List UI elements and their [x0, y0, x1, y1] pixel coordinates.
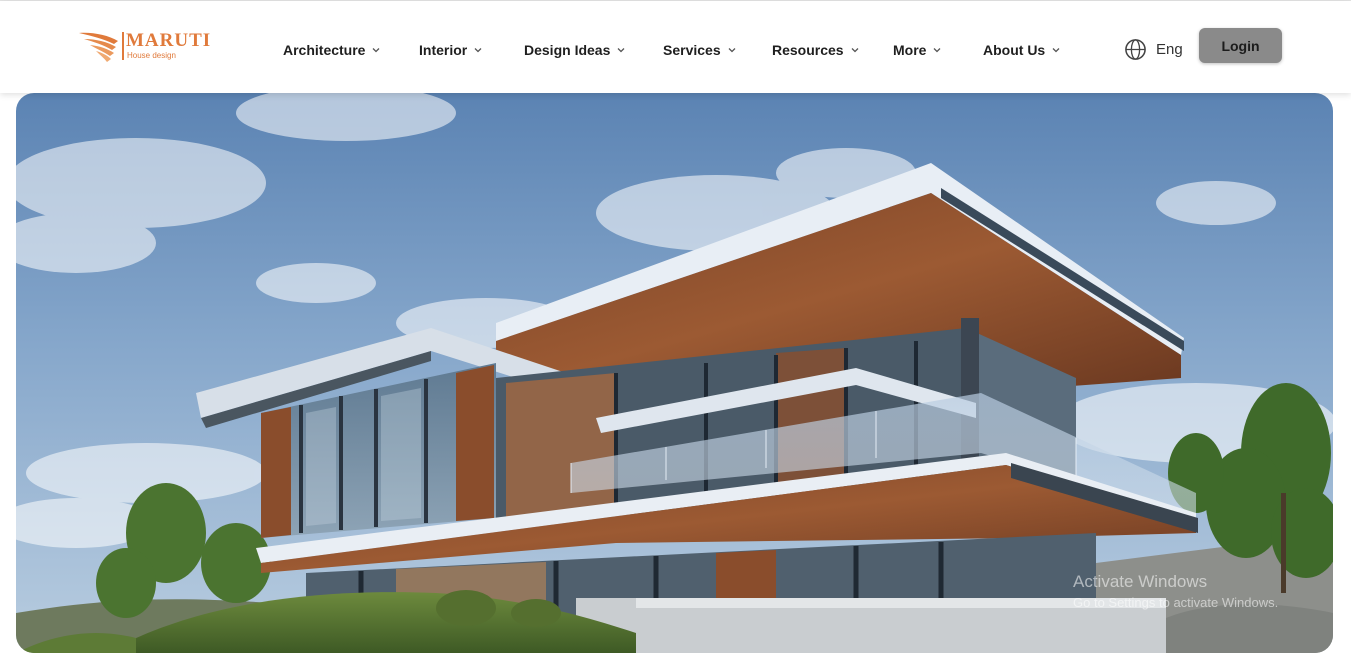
modern-house-illustration — [16, 93, 1333, 653]
wing-logo-icon — [79, 32, 118, 62]
language-label: Eng — [1156, 40, 1183, 58]
nav-design-ideas[interactable]: Design Ideas — [524, 39, 626, 61]
chevron-down-icon — [727, 45, 737, 55]
nav-label: Interior — [419, 42, 468, 58]
chevron-down-icon — [1051, 45, 1061, 55]
nav-architecture[interactable]: Architecture — [283, 39, 381, 61]
login-button[interactable]: Login — [1199, 28, 1282, 63]
hero-image — [16, 93, 1333, 653]
logo-divider — [122, 32, 124, 60]
nav-services[interactable]: Services — [663, 39, 737, 61]
brand-name: MARUTI — [126, 30, 212, 51]
nav-more[interactable]: More — [893, 39, 942, 61]
chevron-down-icon — [371, 45, 381, 55]
navbar: MARUTI House design Architecture Interio… — [0, 1, 1351, 93]
nav-label: About Us — [983, 42, 1046, 58]
nav-label: Services — [663, 42, 721, 58]
watermark-subtitle: Go to Settings to activate Windows. — [1073, 595, 1279, 610]
windows-activation-watermark: Activate Windows Go to Settings to activ… — [1073, 572, 1278, 612]
chevron-down-icon — [932, 45, 942, 55]
nav-label: Design Ideas — [524, 42, 611, 58]
nav-label: More — [893, 42, 927, 58]
nav-resources[interactable]: Resources — [772, 39, 860, 61]
nav-interior[interactable]: Interior — [419, 39, 483, 61]
chevron-down-icon — [616, 45, 626, 55]
brand-tagline: House design — [127, 51, 176, 60]
globe-icon — [1124, 38, 1147, 61]
watermark-title: Activate Windows — [1073, 572, 1208, 591]
brand-logo[interactable]: MARUTI House design — [78, 29, 218, 65]
chevron-down-icon — [473, 45, 483, 55]
language-selector[interactable]: Eng — [1124, 36, 1183, 62]
nav-about-us[interactable]: About Us — [983, 39, 1061, 61]
chevron-down-icon — [850, 45, 860, 55]
nav-label: Architecture — [283, 42, 366, 58]
nav-label: Resources — [772, 42, 844, 58]
